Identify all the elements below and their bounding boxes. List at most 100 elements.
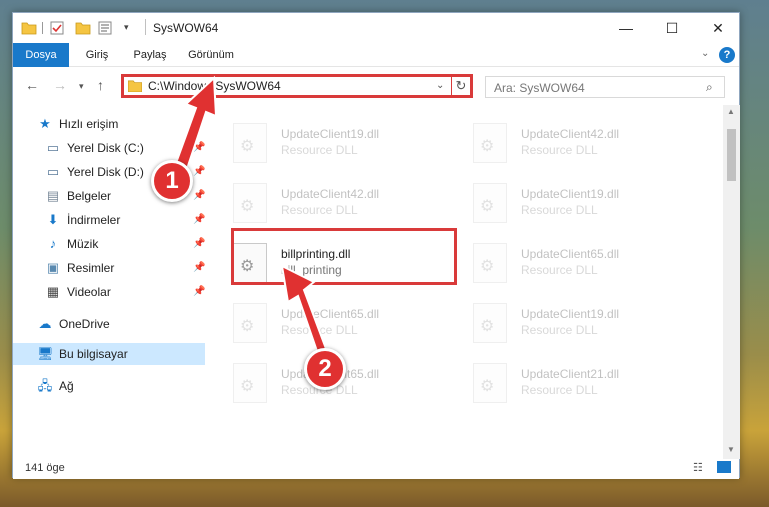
star-icon: ★ (39, 116, 51, 131)
list-item[interactable]: ⚙ UpdateClient65.dll Resource DLL (449, 233, 669, 289)
step-badge-2: 2 (304, 348, 346, 390)
sidebar-item-label: Bu bilgisayar (59, 347, 128, 361)
file-type: Resource DLL (521, 383, 598, 397)
sidebar-item-downloads[interactable]: ⬇ İndirmeler 📌 (13, 209, 206, 231)
drive-icon: ▭ (46, 140, 60, 155)
pin-icon[interactable]: 📌 (193, 190, 205, 201)
list-item[interactable]: ⚙ UpdateClient19.dll Resource DLL (209, 113, 429, 169)
file-name: UpdateClient65.dll (521, 247, 620, 261)
sidebar-item-label: Resimler (67, 261, 115, 275)
computer-icon: 🖥 (37, 346, 54, 361)
gear-icon: ⚙ (240, 138, 255, 155)
recent-locations-chevron-icon[interactable]: ▾ (79, 81, 84, 92)
pin-icon[interactable]: 📌 (193, 262, 205, 273)
minimize-button[interactable]: — (603, 13, 649, 43)
maximize-button[interactable]: ☐ (649, 13, 695, 43)
pin-icon[interactable]: 📌 (193, 142, 205, 153)
sidebar-item-onedrive[interactable]: ☁ OneDrive (13, 313, 205, 335)
list-item[interactable]: ⚙ UpdateClient65.dll Resource DLL (209, 293, 429, 349)
search-box[interactable]: Ara: SysWOW64 ⌕ (485, 76, 725, 98)
pin-icon[interactable]: 📌 (193, 286, 205, 297)
list-item[interactable]: ⚙ UpdateClient19.dll Resource DLL (449, 293, 669, 349)
gear-icon: ⚙ (480, 258, 495, 275)
chevron-down-icon[interactable]: ⌄ (436, 80, 444, 91)
file-thumbnail: ⚙ (233, 123, 267, 163)
sidebar-item-local-disk-c[interactable]: ▭ Yerel Disk (C:) 📌 (13, 137, 206, 159)
file-name: UpdateClient19.dll (281, 127, 380, 141)
status-bar: 141 öge ☷ (13, 459, 739, 479)
ribbon-tabs: Dosya Giriş Paylaş Görünüm ⌄ ? (13, 43, 739, 67)
help-icon[interactable]: ? (719, 47, 735, 63)
sidebar-item-music[interactable]: ♪ Müzik 📌 (13, 233, 206, 255)
file-type: Resource DLL (521, 263, 598, 277)
file-name: UpdateClient21.dll (521, 367, 620, 381)
cloud-icon: ☁ (38, 316, 52, 331)
folder-icon[interactable] (21, 20, 37, 36)
new-folder-icon[interactable] (75, 20, 91, 36)
file-thumbnail: ⚙ (473, 303, 507, 343)
sidebar-item-pictures[interactable]: ▣ Resimler 📌 (13, 257, 206, 279)
properties-icon[interactable] (97, 20, 113, 36)
scroll-down-icon[interactable]: ▼ (727, 445, 735, 454)
tab-share[interactable]: Paylaş (127, 43, 173, 67)
list-item[interactable]: ⚙ UpdateClient42.dll Resource DLL (209, 173, 429, 229)
details-view-icon[interactable]: ☷ (693, 461, 703, 474)
scroll-up-icon[interactable]: ▲ (727, 107, 735, 116)
file-type: Resource DLL (281, 203, 358, 217)
pin-icon[interactable]: 📌 (193, 214, 205, 225)
sidebar-item-label: Yerel Disk (D:) (67, 165, 144, 179)
item-count: 141 öge (25, 462, 65, 474)
window-title: SysWOW64 (153, 21, 219, 35)
gear-icon: ⚙ (480, 138, 495, 155)
scrollbar-thumb[interactable] (727, 129, 736, 181)
divider (42, 22, 43, 34)
sidebar-item-network[interactable]: 🖧 Ağ (13, 375, 205, 397)
list-item[interactable]: ⚙ UpdateClient21.dll Resource DLL (449, 353, 669, 409)
large-icons-view-icon[interactable] (717, 461, 731, 473)
forward-arrow-icon[interactable]: → (53, 77, 67, 93)
back-arrow-icon[interactable]: ← (25, 77, 39, 93)
pin-icon[interactable]: 📌 (193, 238, 205, 249)
file-name: UpdateClient42.dll (521, 127, 620, 141)
pictures-icon: ▣ (46, 260, 60, 275)
drive-icon: ▭ (46, 164, 60, 179)
file-type: Resource DLL (521, 203, 598, 217)
folder-icon (128, 80, 142, 92)
expand-ribbon-icon[interactable]: ⌄ (701, 48, 709, 59)
sidebar-item-quick-access[interactable]: ★ Hızlı erişim (13, 113, 205, 135)
download-icon: ⬇ (47, 212, 59, 227)
close-button[interactable]: ✕ (695, 13, 741, 43)
sidebar-item-label: Ağ (59, 379, 74, 393)
tab-file[interactable]: Dosya (13, 43, 69, 67)
search-icon[interactable]: ⌕ (706, 80, 713, 95)
file-thumbnail: ⚙ (473, 183, 507, 223)
sidebar-item-label: İndirmeler (67, 213, 121, 227)
list-item[interactable]: ⚙ UpdateClient19.dll Resource DLL (449, 173, 669, 229)
properties-check-icon[interactable] (49, 20, 65, 36)
refresh-icon[interactable]: ↻ (451, 74, 470, 98)
list-item[interactable]: ⚙ UpdateClient42.dll Resource DLL (449, 113, 669, 169)
file-thumbnail: ⚙ (473, 363, 507, 403)
sidebar-item-label: Müzik (67, 237, 99, 251)
up-arrow-icon[interactable]: ↑ (97, 77, 104, 93)
sidebar-item-videos[interactable]: ▦ Videolar 📌 (13, 281, 206, 303)
file-thumbnail: ⚙ (473, 123, 507, 163)
vertical-scrollbar[interactable]: ▲ ▼ (723, 105, 740, 459)
pin-icon[interactable]: 📌 (193, 166, 205, 177)
address-bar[interactable]: C:\Windows\SysWOW64 ⌄ ↻ (121, 74, 473, 98)
address-path[interactable]: C:\Windows\SysWOW64 (148, 79, 281, 93)
search-input[interactable]: Ara: SysWOW64 (494, 81, 585, 95)
navigation-pane: ★ Hızlı erişim ▭ Yerel Disk (C:) 📌 ▭ Yer… (13, 105, 209, 459)
title-bar: ▾ SysWOW64 — ☐ ✕ (13, 13, 739, 43)
tab-view[interactable]: Görünüm (185, 43, 237, 67)
gear-icon: ⚙ (480, 198, 495, 215)
file-type: Resource DLL (281, 323, 358, 337)
tab-home[interactable]: Giriş (79, 43, 115, 67)
sidebar-item-this-pc[interactable]: 🖥 Bu bilgisayar (13, 343, 205, 365)
sidebar-item-label: Belgeler (67, 189, 112, 203)
customize-dropdown-icon[interactable]: ▾ (124, 22, 129, 33)
file-name: UpdateClient42.dll (281, 187, 380, 201)
file-type: Resource DLL (281, 143, 358, 157)
highlight-box-file (231, 228, 457, 285)
gear-icon: ⚙ (240, 318, 255, 335)
